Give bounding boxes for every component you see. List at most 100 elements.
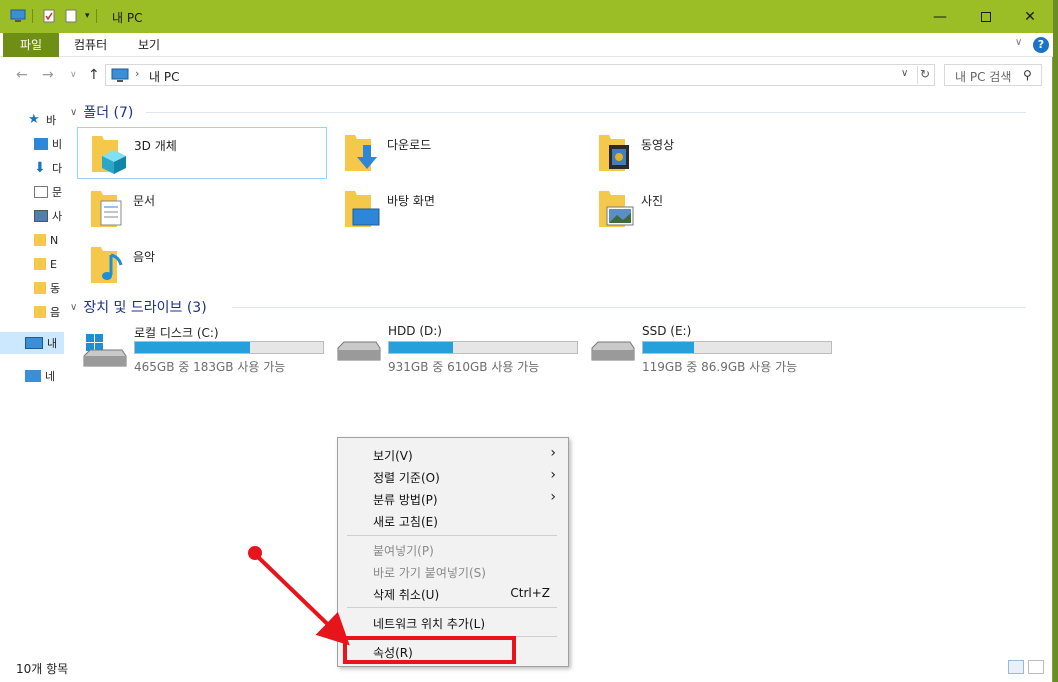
forward-icon[interactable]: →: [42, 67, 54, 83]
collapse-chevron-icon[interactable]: ∨: [70, 302, 77, 313]
drive-tile-e[interactable]: SSD (E:) 119GB 중 86.9GB 사용 가능: [586, 324, 836, 376]
nav-item-label: 음: [50, 306, 61, 319]
drive-name: SSD (E:): [642, 324, 692, 338]
address-bar[interactable]: › 내 PC ∨ ↻: [105, 64, 935, 86]
hard-drive-icon: [337, 341, 381, 361]
menu-item-label: 정렬 기준(O): [373, 471, 440, 485]
search-input[interactable]: 내 PC 검색: [955, 68, 1011, 85]
details-view-icon[interactable]: [1008, 660, 1024, 674]
menu-item-paste-shortcut[interactable]: 바로 가기 붙여넣기(S): [340, 560, 566, 582]
submenu-chevron-icon: ›: [550, 445, 556, 461]
folder-label: 동영상: [641, 138, 675, 152]
folder-label: 3D 개체: [134, 139, 177, 153]
menu-item-label: 붙여넣기(P): [373, 544, 434, 558]
minimize-icon: —: [933, 8, 947, 25]
menu-item-add-network-location[interactable]: 네트워크 위치 추가(L): [340, 611, 566, 633]
tab-computer[interactable]: 컴퓨터: [60, 33, 121, 57]
music-folder-icon: [91, 247, 123, 283]
folder-tile-documents[interactable]: 문서: [77, 183, 327, 235]
folder-tile-downloads[interactable]: 다운로드: [331, 127, 581, 179]
nav-item-desktop[interactable]: 비: [34, 133, 64, 155]
group-header-folders[interactable]: ∨ 폴더 (7): [70, 102, 133, 122]
menu-item-sort-by[interactable]: 정렬 기준(O) ›: [340, 465, 566, 487]
menu-item-undo-delete[interactable]: 삭제 취소(U) Ctrl+Z: [340, 582, 566, 604]
expand-ribbon-icon[interactable]: ∨: [1015, 37, 1022, 48]
annotation-highlight-box: [343, 636, 516, 664]
menu-item-paste[interactable]: 붙여넣기(P): [340, 538, 566, 560]
group-title: 폴더 (7): [83, 105, 134, 121]
collapse-chevron-icon[interactable]: ∨: [70, 107, 77, 118]
status-item-count: 10개 항목: [16, 662, 69, 676]
toolbar-divider: [32, 9, 33, 23]
desktop-icon: [34, 138, 48, 150]
search-icon[interactable]: ⚲: [1023, 68, 1032, 82]
nav-item-this-pc[interactable]: 내: [0, 332, 64, 354]
menu-separator: [347, 607, 557, 608]
address-divider: [917, 66, 918, 84]
folder-tile-pictures[interactable]: 사진: [585, 183, 835, 235]
ribbon-tabs: 파일 컴퓨터 보기 ∨ ?: [0, 33, 1053, 57]
maximize-button[interactable]: [963, 0, 1009, 33]
submenu-chevron-icon: ›: [550, 489, 556, 505]
downloads-icon: ⬇: [34, 160, 46, 176]
pictures-folder-icon: [599, 191, 634, 227]
menu-item-refresh[interactable]: 새로 고침(E): [340, 509, 566, 531]
group-header-drives[interactable]: ∨ 장치 및 드라이브 (3): [70, 297, 207, 317]
menu-item-label: 보기(V): [373, 449, 413, 463]
nav-item-label: 바: [46, 114, 57, 127]
menu-item-group-by[interactable]: 분류 방법(P) ›: [340, 487, 566, 509]
nav-item-documents[interactable]: 문: [34, 181, 64, 203]
drive-free-space: 119GB 중 86.9GB 사용 가능: [642, 360, 798, 374]
nav-item-label: 네: [45, 370, 56, 383]
folder-label: 사진: [641, 194, 664, 208]
nav-item-downloads[interactable]: ⬇ 다: [34, 157, 64, 179]
tab-file[interactable]: 파일: [3, 33, 59, 57]
this-pc-icon: [111, 68, 129, 82]
help-icon[interactable]: ?: [1033, 37, 1049, 53]
nav-item-folder[interactable]: 음: [34, 301, 64, 323]
folder-tile-music[interactable]: 음악: [77, 239, 327, 291]
close-icon: ✕: [1024, 8, 1036, 25]
breadcrumb-chevron-icon[interactable]: ›: [135, 67, 139, 80]
drive-usage-fill: [135, 342, 250, 353]
recent-locations-icon[interactable]: ∨: [70, 70, 77, 80]
drive-tile-d[interactable]: HDD (D:) 931GB 중 610GB 사용 가능: [332, 324, 582, 376]
folder-icon: [34, 234, 46, 246]
drive-usage-fill: [389, 342, 453, 353]
group-divider: [146, 112, 1026, 113]
nav-item-label: 다: [52, 162, 63, 175]
folder-tile-3d-objects[interactable]: 3D 개체: [77, 127, 327, 179]
search-box[interactable]: 내 PC 검색 ⚲: [944, 64, 1042, 86]
address-path[interactable]: 내 PC: [149, 68, 179, 85]
hard-drive-icon: [591, 341, 635, 361]
nav-item-label: N: [50, 233, 59, 247]
large-icons-view-icon[interactable]: [1028, 660, 1044, 674]
nav-item-network[interactable]: 네: [25, 365, 64, 387]
toolbar-divider: [95, 9, 97, 23]
address-dropdown-icon[interactable]: ∨: [901, 68, 908, 79]
nav-item-quick-access[interactable]: ★ 바: [28, 109, 64, 131]
videos-folder-icon: [599, 135, 629, 171]
drive-tile-c[interactable]: 로컬 디스크 (C:) 465GB 중 183GB 사용 가능: [78, 324, 328, 376]
folder-tile-videos[interactable]: 동영상: [585, 127, 835, 179]
folder-label: 바탕 화면: [387, 194, 435, 208]
close-button[interactable]: ✕: [1007, 0, 1053, 33]
properties-icon[interactable]: [41, 9, 57, 23]
menu-item-view[interactable]: 보기(V) ›: [340, 443, 566, 465]
nav-item-folder[interactable]: 동: [34, 277, 64, 299]
minimize-button[interactable]: —: [917, 0, 963, 33]
new-folder-icon[interactable]: [63, 9, 79, 23]
nav-item-folder[interactable]: N: [34, 229, 64, 251]
customize-toolbar-icon[interactable]: ▾: [85, 11, 90, 21]
back-icon[interactable]: ←: [16, 67, 28, 83]
folder-icon: [34, 282, 46, 294]
folder-tile-desktop[interactable]: 바탕 화면: [331, 183, 581, 235]
refresh-icon[interactable]: ↻: [920, 67, 930, 81]
up-icon[interactable]: ↑: [88, 67, 100, 83]
navigation-bar: ← → ∨ ↑ › 내 PC ∨ ↻ 내 PC 검색 ⚲: [0, 58, 1053, 92]
nav-item-pictures[interactable]: 사: [34, 205, 64, 227]
tab-view[interactable]: 보기: [124, 33, 174, 57]
nav-item-folder[interactable]: E: [34, 253, 64, 275]
quick-access-star-icon: ★: [28, 112, 40, 127]
drive-name: HDD (D:): [388, 324, 442, 338]
